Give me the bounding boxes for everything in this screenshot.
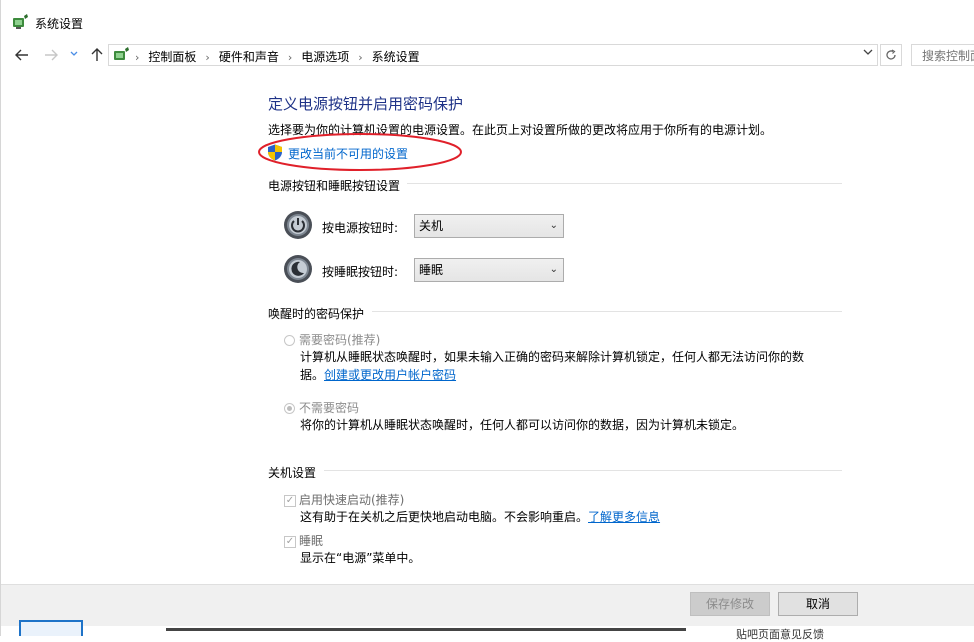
divider [407, 183, 842, 184]
power-button-label: 按电源按钮时: [322, 221, 399, 235]
page-title: 定义电源按钮并启用密码保护 [268, 95, 464, 113]
breadcrumb-system-settings[interactable]: 系统设置 [372, 50, 420, 64]
arrow-left-icon [15, 49, 28, 61]
system-settings-window: 系统设置 › 控制面板 › 硬件和声音 › 电源选项 › 系统设置 搜索控制面板… [0, 0, 974, 641]
power-button-action-value: 关机 [419, 219, 444, 233]
fast-startup-checkbox[interactable]: ✓ [284, 495, 296, 507]
sleep-button-label: 按睡眠按钮时: [322, 265, 399, 279]
breadcrumb: › 控制面板 › 硬件和声音 › 电源选项 › 系统设置 [135, 48, 420, 65]
uac-shield-icon [268, 144, 282, 161]
power-button-icon [284, 211, 312, 239]
require-password-label: 需要密码(推荐) [299, 333, 381, 347]
no-password-description: 将你的计算机从睡眠状态唤醒时，任何人都可以访问你的数据，因为计算机未锁定。 [300, 418, 745, 432]
require-password-desc-prefix: 据。 [300, 368, 325, 382]
fast-startup-desc-text: 这有助于在关机之后更快地启动电脑。不会影响重启。 [300, 510, 589, 524]
sleep-menu-label: 睡眠 [299, 534, 324, 548]
refresh-icon [886, 49, 896, 60]
address-dropdown-button[interactable] [861, 48, 875, 62]
require-password-desc-line2: 据。创建或更改用户帐户密码 [300, 366, 804, 384]
cancel-button[interactable]: 取消 [778, 592, 858, 616]
sleep-menu-checkbox[interactable]: ✓ [284, 536, 296, 548]
window-title: 系统设置 [35, 17, 84, 31]
background-tile [19, 620, 83, 636]
sleep-button-icon [284, 255, 312, 283]
require-password-description: 计算机从睡眠状态唤醒时，如果未输入正确的密码来解除计算机锁定，任何人都无法访问你… [300, 348, 804, 384]
power-button-action-select[interactable]: 关机 ⌄ [414, 214, 564, 238]
power-buttons-heading: 电源按钮和睡眠按钮设置 [268, 179, 401, 193]
password-protection-heading: 唤醒时的密码保护 [268, 307, 365, 321]
no-password-label: 不需要密码 [299, 401, 360, 415]
breadcrumb-separator[interactable]: › [358, 51, 362, 64]
feedback-link[interactable]: 贴吧页面意见反馈 [736, 626, 824, 642]
breadcrumb-separator[interactable]: › [205, 51, 209, 64]
save-changes-button[interactable]: 保存修改 [690, 592, 770, 616]
breadcrumb-separator: › [135, 51, 140, 64]
up-button[interactable] [87, 44, 107, 66]
create-change-password-link[interactable]: 创建或更改用户帐户密码 [324, 368, 456, 382]
breadcrumb-separator[interactable]: › [288, 51, 292, 64]
navigation-bar: › 控制面板 › 硬件和声音 › 电源选项 › 系统设置 [1, 44, 974, 66]
fast-startup-description: 这有助于在关机之后更快地启动电脑。不会影响重启。了解更多信息 [300, 508, 660, 526]
require-password-desc-line1: 计算机从睡眠状态唤醒时，如果未输入正确的密码来解除计算机锁定，任何人都无法访问你… [300, 350, 805, 364]
change-unavailable-settings-link[interactable]: 更改当前不可用的设置 [288, 145, 408, 162]
breadcrumb-power-options[interactable]: 电源选项 [301, 50, 349, 64]
arrow-right-icon [45, 49, 58, 61]
chevron-down-icon: ⌄ [549, 264, 558, 275]
power-options-icon [13, 14, 28, 29]
divider [324, 470, 842, 471]
sleep-button-action-select[interactable]: 睡眠 ⌄ [414, 258, 564, 282]
title-bar: 系统设置 [1, 0, 974, 44]
chevron-down-icon [863, 49, 873, 55]
sleep-menu-description: 显示在“电源”菜单中。 [300, 551, 421, 565]
control-panel-icon [114, 47, 129, 60]
sleep-button-action-value: 睡眠 [419, 263, 444, 277]
main-content: 定义电源按钮并启用密码保护 选择要为你的计算机设置的电源设置。在此页上对设置所做… [1, 66, 974, 584]
background-text-fragment [166, 628, 686, 631]
fast-startup-label: 启用快速启动(推荐) [299, 493, 405, 507]
forward-button[interactable] [41, 44, 61, 66]
shutdown-settings-heading: 关机设置 [268, 466, 317, 480]
search-field[interactable] [911, 44, 974, 66]
divider [372, 311, 842, 312]
refresh-button[interactable] [880, 44, 902, 66]
chevron-down-icon [70, 51, 78, 56]
back-button[interactable] [12, 44, 32, 66]
chevron-down-icon: ⌄ [549, 220, 558, 231]
recent-locations-button[interactable] [67, 44, 81, 66]
page-description: 选择要为你的计算机设置的电源设置。在此页上对设置所做的更改将应用于你所有的电源计… [268, 123, 773, 137]
learn-more-link[interactable]: 了解更多信息 [588, 510, 660, 524]
breadcrumb-hardware-sound[interactable]: 硬件和声音 [219, 50, 279, 64]
require-password-radio[interactable] [284, 335, 295, 346]
no-password-radio[interactable] [284, 403, 295, 414]
address-bar[interactable]: › 控制面板 › 硬件和声音 › 电源选项 › 系统设置 [108, 44, 878, 66]
search-input[interactable] [920, 46, 974, 66]
arrow-up-icon [91, 48, 103, 61]
breadcrumb-control-panel[interactable]: 控制面板 [148, 50, 196, 64]
